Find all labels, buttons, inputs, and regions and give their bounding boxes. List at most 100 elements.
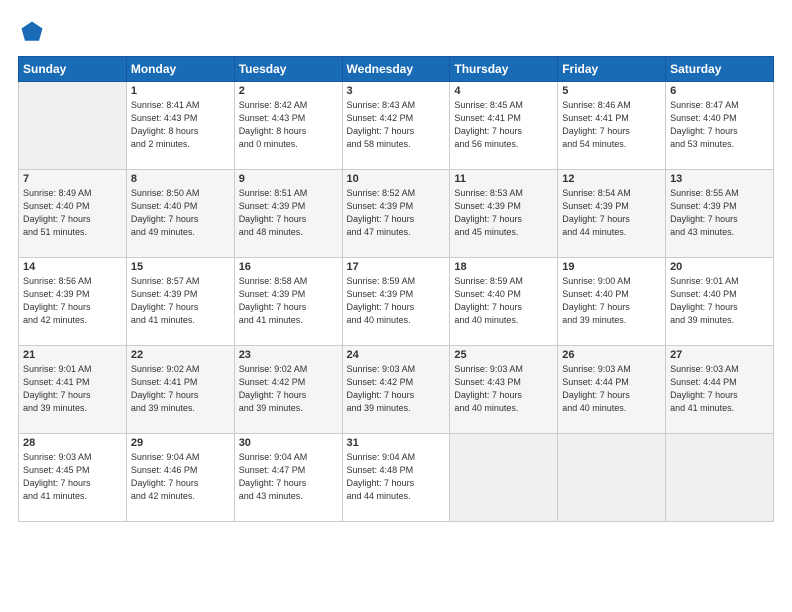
day-info: Sunrise: 8:46 AM Sunset: 4:41 PM Dayligh… — [562, 99, 661, 151]
calendar-cell: 1 Sunrise: 8:41 AM Sunset: 4:43 PM Daylig… — [126, 82, 234, 170]
day-info: Sunrise: 9:04 AM Sunset: 4:47 PM Dayligh… — [239, 451, 338, 503]
calendar-cell: 17 Sunrise: 8:59 AM Sunset: 4:39 PM Dayli… — [342, 258, 450, 346]
day-number: 1 — [131, 85, 230, 97]
calendar-week-row: 14 Sunrise: 8:56 AM Sunset: 4:39 PM Dayli… — [19, 258, 774, 346]
day-number: 13 — [670, 173, 769, 185]
calendar-cell: 18 Sunrise: 8:59 AM Sunset: 4:40 PM Dayli… — [450, 258, 558, 346]
day-number: 31 — [347, 437, 446, 449]
calendar-cell: 26Sunrise: 9:03 AM Sunset: 4:44 PM Dayli… — [558, 346, 666, 434]
day-info: Sunrise: 8:58 AM Sunset: 4:39 PM Dayligh… — [239, 275, 338, 327]
calendar-cell: 16 Sunrise: 8:58 AM Sunset: 4:39 PM Dayli… — [234, 258, 342, 346]
day-header-thursday: Thursday — [450, 57, 558, 82]
calendar-cell: 15 Sunrise: 8:57 AM Sunset: 4:39 PM Dayli… — [126, 258, 234, 346]
day-number: 27 — [670, 349, 769, 361]
day-number: 11 — [454, 173, 553, 185]
calendar-cell: 23 Sunrise: 9:02 AM Sunset: 4:42 PM Dayli… — [234, 346, 342, 434]
day-header-saturday: Saturday — [666, 57, 774, 82]
day-info: Sunrise: 8:53 AM Sunset: 4:39 PM Dayligh… — [454, 187, 553, 239]
calendar-week-row: 7Sunrise: 8:49 AM Sunset: 4:40 PM Daylig… — [19, 170, 774, 258]
calendar-cell: 12 Sunrise: 8:54 AM Sunset: 4:39 PM Dayli… — [558, 170, 666, 258]
logo — [18, 18, 50, 46]
calendar-cell: 25Sunrise: 9:03 AM Sunset: 4:43 PM Dayli… — [450, 346, 558, 434]
calendar-cell: 4 Sunrise: 8:45 AM Sunset: 4:41 PM Daylig… — [450, 82, 558, 170]
day-number: 5 — [562, 85, 661, 97]
day-info: Sunrise: 9:00 AM Sunset: 4:40 PM Dayligh… — [562, 275, 661, 327]
day-header-friday: Friday — [558, 57, 666, 82]
day-info: Sunrise: 8:57 AM Sunset: 4:39 PM Dayligh… — [131, 275, 230, 327]
day-info: Sunrise: 8:51 AM Sunset: 4:39 PM Dayligh… — [239, 187, 338, 239]
calendar-cell: 30 Sunrise: 9:04 AM Sunset: 4:47 PM Dayli… — [234, 434, 342, 522]
day-number: 17 — [347, 261, 446, 273]
calendar-cell: 24 Sunrise: 9:03 AM Sunset: 4:42 PM Dayli… — [342, 346, 450, 434]
day-info: Sunrise: 8:54 AM Sunset: 4:39 PM Dayligh… — [562, 187, 661, 239]
calendar-week-row: 28 Sunrise: 9:03 AM Sunset: 4:45 PM Dayli… — [19, 434, 774, 522]
calendar-week-row: 21Sunrise: 9:01 AM Sunset: 4:41 PM Dayli… — [19, 346, 774, 434]
day-number: 14 — [23, 261, 122, 273]
day-number: 18 — [454, 261, 553, 273]
day-info: Sunrise: 8:55 AM Sunset: 4:39 PM Dayligh… — [670, 187, 769, 239]
calendar-cell: 31 Sunrise: 9:04 AM Sunset: 4:48 PM Dayli… — [342, 434, 450, 522]
day-number: 6 — [670, 85, 769, 97]
day-info: Sunrise: 9:04 AM Sunset: 4:48 PM Dayligh… — [347, 451, 446, 503]
day-number: 7 — [23, 173, 122, 185]
day-number: 12 — [562, 173, 661, 185]
day-info: Sunrise: 8:52 AM Sunset: 4:39 PM Dayligh… — [347, 187, 446, 239]
day-info: Sunrise: 9:03 AM Sunset: 4:45 PM Dayligh… — [23, 451, 122, 503]
calendar-cell — [666, 434, 774, 522]
day-info: Sunrise: 8:47 AM Sunset: 4:40 PM Dayligh… — [670, 99, 769, 151]
day-info: Sunrise: 8:59 AM Sunset: 4:40 PM Dayligh… — [454, 275, 553, 327]
logo-icon — [18, 18, 46, 46]
calendar-cell: 7Sunrise: 8:49 AM Sunset: 4:40 PM Daylig… — [19, 170, 127, 258]
day-info: Sunrise: 8:41 AM Sunset: 4:43 PM Dayligh… — [131, 99, 230, 151]
calendar-cell: 9 Sunrise: 8:51 AM Sunset: 4:39 PM Daylig… — [234, 170, 342, 258]
page: SundayMondayTuesdayWednesdayThursdayFrid… — [0, 0, 792, 612]
day-info: Sunrise: 9:03 AM Sunset: 4:44 PM Dayligh… — [670, 363, 769, 415]
day-info: Sunrise: 8:45 AM Sunset: 4:41 PM Dayligh… — [454, 99, 553, 151]
calendar-cell: 8Sunrise: 8:50 AM Sunset: 4:40 PM Daylig… — [126, 170, 234, 258]
day-number: 23 — [239, 349, 338, 361]
day-number: 30 — [239, 437, 338, 449]
calendar-cell — [450, 434, 558, 522]
day-number: 3 — [347, 85, 446, 97]
calendar-cell: 29 Sunrise: 9:04 AM Sunset: 4:46 PM Dayli… — [126, 434, 234, 522]
day-number: 15 — [131, 261, 230, 273]
header — [18, 18, 774, 46]
calendar-cell: 20Sunrise: 9:01 AM Sunset: 4:40 PM Dayli… — [666, 258, 774, 346]
day-info: Sunrise: 8:56 AM Sunset: 4:39 PM Dayligh… — [23, 275, 122, 327]
day-number: 24 — [347, 349, 446, 361]
calendar-cell — [558, 434, 666, 522]
calendar-cell: 19 Sunrise: 9:00 AM Sunset: 4:40 PM Dayli… — [558, 258, 666, 346]
calendar-cell: 3 Sunrise: 8:43 AM Sunset: 4:42 PM Daylig… — [342, 82, 450, 170]
day-info: Sunrise: 8:59 AM Sunset: 4:39 PM Dayligh… — [347, 275, 446, 327]
day-info: Sunrise: 9:02 AM Sunset: 4:41 PM Dayligh… — [131, 363, 230, 415]
calendar-cell: 2Sunrise: 8:42 AM Sunset: 4:43 PM Daylig… — [234, 82, 342, 170]
day-number: 19 — [562, 261, 661, 273]
day-number: 10 — [347, 173, 446, 185]
day-info: Sunrise: 8:43 AM Sunset: 4:42 PM Dayligh… — [347, 99, 446, 151]
day-number: 9 — [239, 173, 338, 185]
day-number: 25 — [454, 349, 553, 361]
calendar-cell: 22Sunrise: 9:02 AM Sunset: 4:41 PM Dayli… — [126, 346, 234, 434]
day-header-sunday: Sunday — [19, 57, 127, 82]
calendar-table: SundayMondayTuesdayWednesdayThursdayFrid… — [18, 56, 774, 522]
day-number: 2 — [239, 85, 338, 97]
day-number: 21 — [23, 349, 122, 361]
calendar-cell — [19, 82, 127, 170]
calendar-cell: 13 Sunrise: 8:55 AM Sunset: 4:39 PM Dayli… — [666, 170, 774, 258]
day-number: 16 — [239, 261, 338, 273]
calendar-cell: 27 Sunrise: 9:03 AM Sunset: 4:44 PM Dayli… — [666, 346, 774, 434]
calendar-week-row: 1 Sunrise: 8:41 AM Sunset: 4:43 PM Daylig… — [19, 82, 774, 170]
day-number: 26 — [562, 349, 661, 361]
day-number: 28 — [23, 437, 122, 449]
day-info: Sunrise: 9:02 AM Sunset: 4:42 PM Dayligh… — [239, 363, 338, 415]
day-info: Sunrise: 9:01 AM Sunset: 4:40 PM Dayligh… — [670, 275, 769, 327]
day-info: Sunrise: 9:04 AM Sunset: 4:46 PM Dayligh… — [131, 451, 230, 503]
day-number: 4 — [454, 85, 553, 97]
day-header-wednesday: Wednesday — [342, 57, 450, 82]
day-header-monday: Monday — [126, 57, 234, 82]
day-info: Sunrise: 9:03 AM Sunset: 4:42 PM Dayligh… — [347, 363, 446, 415]
calendar-header-row: SundayMondayTuesdayWednesdayThursdayFrid… — [19, 57, 774, 82]
day-header-tuesday: Tuesday — [234, 57, 342, 82]
calendar-cell: 14 Sunrise: 8:56 AM Sunset: 4:39 PM Dayli… — [19, 258, 127, 346]
day-number: 29 — [131, 437, 230, 449]
